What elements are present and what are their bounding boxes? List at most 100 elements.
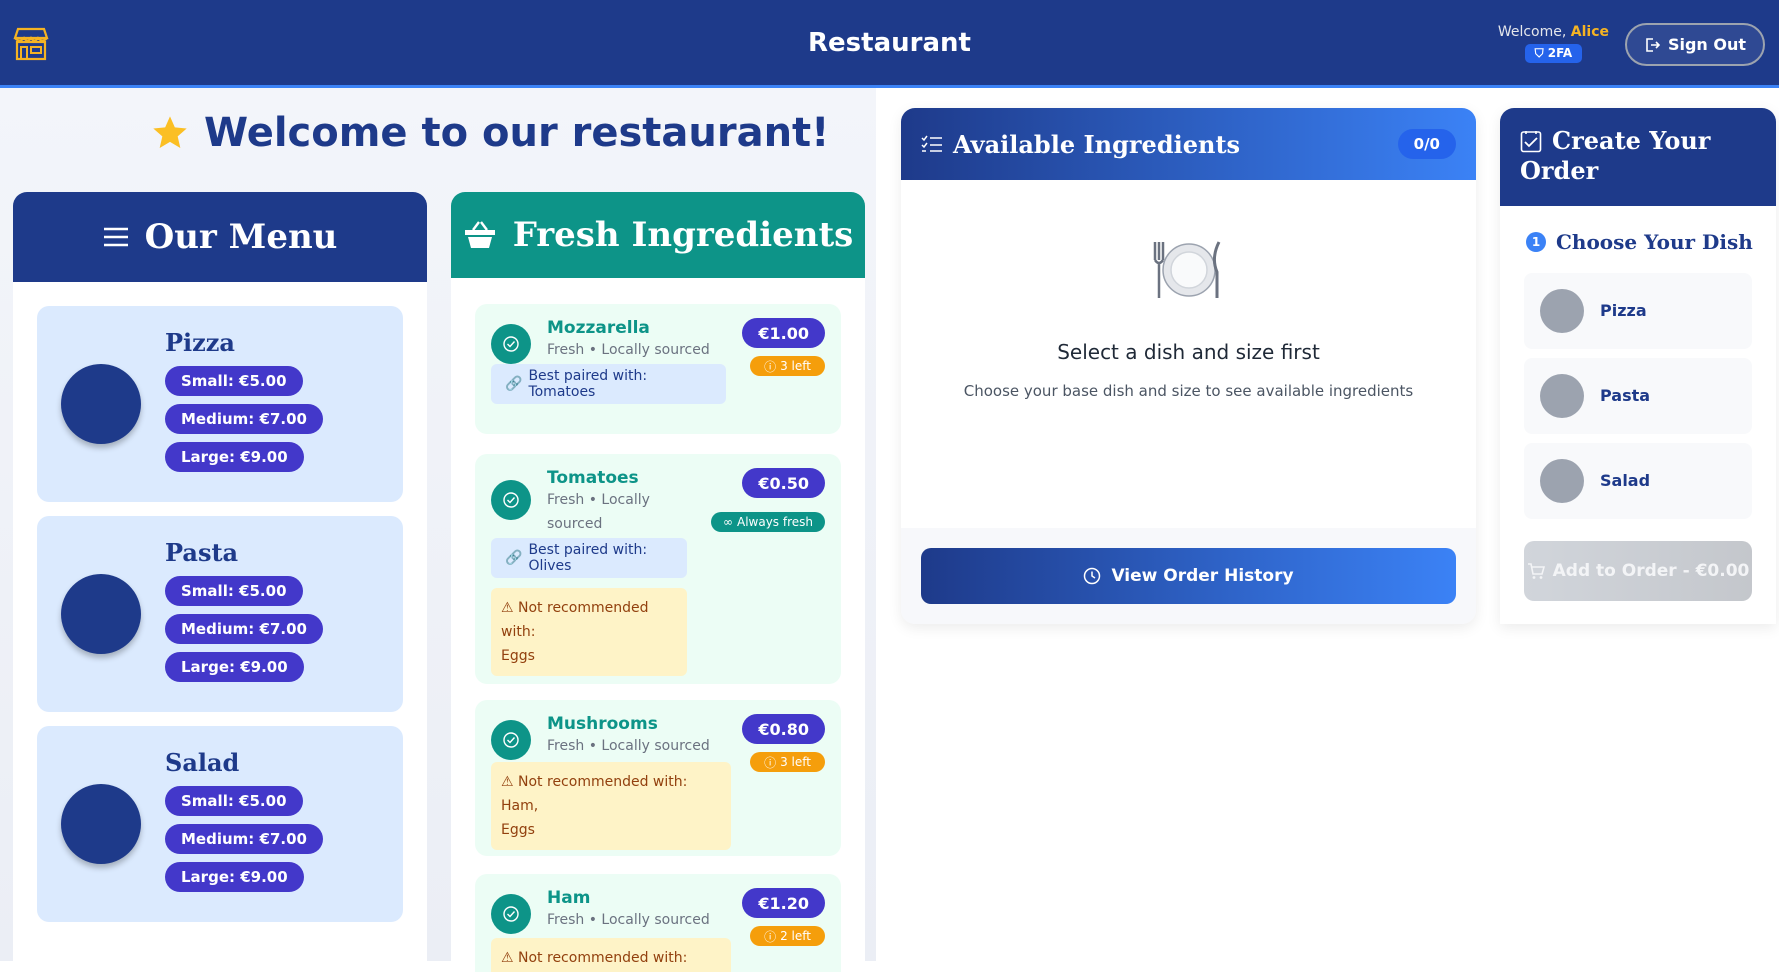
check-circle-icon: [491, 720, 531, 760]
dish-choice-salad[interactable]: Salad: [1524, 443, 1752, 519]
left-panel: Welcome to our restaurant! Our Menu Pizz…: [0, 88, 876, 972]
dish-thumbnail: [1540, 374, 1584, 418]
warning-note: ⚠ Not recommended with:: [491, 938, 731, 972]
menu-item-pasta[interactable]: Pasta Small: €5.00 Medium: €7.00 Large: …: [37, 516, 403, 712]
welcome-heading: Welcome to our restaurant!: [150, 110, 829, 156]
stock-badge: ⓘ 2 left: [750, 926, 825, 946]
checklist-icon: [1520, 131, 1542, 153]
dish-name: Pizza: [165, 328, 235, 357]
list-icon: [921, 135, 942, 152]
welcome-title: Welcome to our restaurant!: [204, 110, 830, 156]
sign-out-button[interactable]: Sign Out: [1625, 23, 1765, 66]
stock-badge: ⓘ 3 left: [750, 752, 825, 772]
menu-item-salad[interactable]: Salad Small: €5.00 Medium: €7.00 Large: …: [37, 726, 403, 922]
add-to-order-label: Add to Order - €0.00: [1552, 561, 1750, 581]
size-large[interactable]: Large: €9.00: [165, 442, 304, 472]
order-header: Create Your Order: [1500, 108, 1776, 206]
shield-icon: ⛉: [1534, 46, 1544, 60]
ingredient-ham[interactable]: Ham Fresh • Locally sourced €1.20 ⓘ 2 lef…: [475, 874, 841, 972]
step-number: 1: [1526, 232, 1546, 252]
view-order-history-button[interactable]: View Order History: [921, 548, 1456, 604]
ingredient-name: Tomatoes: [547, 468, 639, 488]
history-button-label: View Order History: [1111, 566, 1294, 586]
plate-icon: [901, 238, 1476, 306]
available-title: Available Ingredients: [953, 129, 1241, 159]
check-circle-icon: [491, 480, 531, 520]
size-small[interactable]: Small: €5.00: [165, 576, 303, 606]
size-large[interactable]: Large: €9.00: [165, 862, 304, 892]
menu-item-pizza[interactable]: Pizza Small: €5.00 Medium: €7.00 Large: …: [37, 306, 403, 502]
size-small[interactable]: Small: €5.00: [165, 366, 303, 396]
ingredient-name: Ham: [547, 888, 591, 908]
info-icon: ⓘ: [764, 755, 777, 770]
info-icon: ⓘ: [764, 929, 777, 944]
ingredient-source: Fresh • Locally sourced: [547, 492, 650, 532]
cart-icon: [1527, 563, 1545, 579]
ingredients-title: Fresh Ingredients: [512, 215, 854, 255]
empty-state-title: Select a dish and size first: [1057, 340, 1320, 364]
ingredients-header: Fresh Ingredients: [451, 192, 865, 278]
dish-choice-pasta[interactable]: Pasta: [1524, 358, 1752, 434]
ingredient-count-badge: 0/0: [1397, 129, 1456, 159]
sign-out-label: Sign Out: [1667, 35, 1747, 54]
user-welcome: Welcome, Alice ⛉ 2FA: [1498, 24, 1609, 63]
menu-title: Our Menu: [144, 217, 338, 257]
ingredient-name: Mushrooms: [547, 714, 658, 734]
check-circle-icon: [491, 324, 531, 364]
dish-image: [61, 784, 141, 864]
dish-choice-label: Salad: [1600, 471, 1651, 490]
ingredient-source: Fresh • Locally sourced: [547, 738, 710, 754]
warning-note: ⚠ Not recommended with: Ham, Eggs: [491, 762, 731, 850]
stock-badge: ⓘ 3 left: [750, 356, 825, 376]
check-circle-icon: [491, 894, 531, 934]
sign-out-icon: [1646, 37, 1660, 52]
info-icon: ⓘ: [764, 359, 777, 374]
size-medium[interactable]: Medium: €7.00: [165, 824, 323, 854]
basket-icon: [464, 221, 495, 248]
step-choose-dish: 1 Choose Your Dish: [1526, 230, 1753, 254]
2fa-label: 2FA: [1547, 46, 1573, 60]
warning-icon: ⚠: [501, 950, 514, 966]
dish-image: [61, 574, 141, 654]
warning-icon: ⚠: [501, 774, 514, 790]
menu-card: Our Menu Pizza Small: €5.00 Medium: €7.0…: [13, 192, 427, 972]
ingredient-mushrooms[interactable]: Mushrooms Fresh • Locally sourced €0.80 …: [475, 700, 841, 856]
ingredient-source: Fresh • Locally sourced: [547, 342, 710, 358]
menu-header: Our Menu: [13, 192, 427, 282]
infinity-icon: ∞: [722, 515, 733, 529]
hamburger-icon: [103, 227, 128, 247]
dish-image: [61, 364, 141, 444]
add-to-order-button[interactable]: Add to Order - €0.00: [1524, 541, 1752, 601]
ingredient-mozzarella[interactable]: Mozzarella Fresh • Locally sourced €1.00…: [475, 304, 841, 434]
create-order-card: Create Your Order 1 Choose Your Dish Piz…: [1500, 108, 1776, 624]
top-navbar: Restaurant Welcome, Alice ⛉ 2FA Sign Out: [0, 0, 1779, 88]
fresh-ingredients-card: Fresh Ingredients Mozzarella Fresh • Loc…: [451, 192, 865, 972]
dish-choice-pizza[interactable]: Pizza: [1524, 273, 1752, 349]
fresh-badge: ∞ Always fresh: [710, 512, 825, 532]
order-title-line1: Create Your: [1552, 126, 1711, 155]
empty-state-subtitle: Choose your base dish and size to see av…: [963, 382, 1414, 400]
dish-name: Pasta: [165, 538, 239, 567]
size-large[interactable]: Large: €9.00: [165, 652, 304, 682]
ingredient-price: €1.20: [742, 888, 825, 918]
step-label: Choose Your Dish: [1556, 230, 1753, 254]
link-icon: 🔗: [505, 550, 523, 566]
dish-choice-label: Pizza: [1600, 301, 1647, 320]
size-medium[interactable]: Medium: €7.00: [165, 614, 323, 644]
pairing-note: 🔗 Best paired with: Olives: [491, 538, 687, 578]
dish-thumbnail: [1540, 289, 1584, 333]
ingredient-price: €0.50: [742, 468, 825, 498]
ingredient-tomatoes[interactable]: Tomatoes Fresh • Locally sourced €0.50 ∞…: [475, 454, 841, 684]
welcome-prefix: Welcome,: [1497, 24, 1567, 40]
2fa-badge: ⛉ 2FA: [1524, 44, 1583, 63]
user-name: Alice: [1570, 24, 1609, 40]
ingredient-price: €0.80: [742, 714, 825, 744]
warning-note: ⚠ Not recommended with: Eggs: [491, 588, 687, 676]
star-icon: [153, 116, 187, 148]
size-small[interactable]: Small: €5.00: [165, 786, 303, 816]
clock-icon: [1084, 567, 1101, 585]
dish-name: Salad: [165, 748, 240, 777]
size-medium[interactable]: Medium: €7.00: [165, 404, 323, 434]
pairing-note: 🔗 Best paired with: Tomatoes: [491, 364, 726, 404]
order-title-line2: Order: [1520, 156, 1599, 185]
